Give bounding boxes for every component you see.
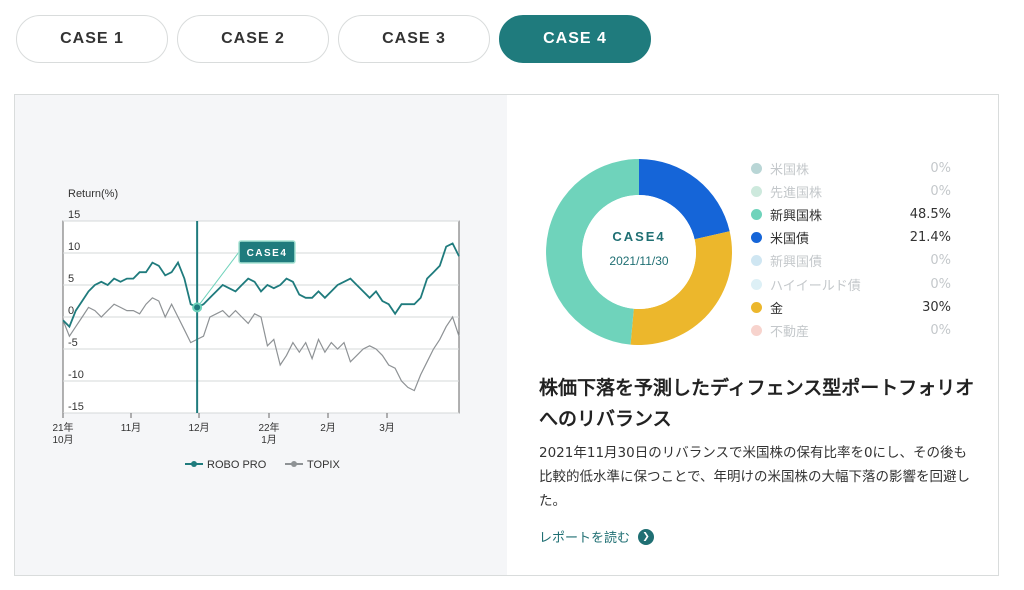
y-tick-label: 5 [68, 273, 74, 285]
legend-name: 新興国株 [770, 208, 823, 224]
legend-value: 48.5% [909, 206, 951, 222]
x-tick-label: 12月 [188, 422, 209, 434]
line-chart-legend: ROBO PRO TOPIX [185, 459, 340, 471]
x-tick-sublabel: 1月 [261, 434, 277, 446]
legend-value: 30% [922, 299, 951, 315]
legend-value: 0% [930, 160, 951, 176]
legend-swatch [751, 162, 762, 174]
x-tick-label: 22年 [258, 421, 279, 434]
donut-hole [582, 195, 696, 309]
donut-center-title: CASE4 [612, 229, 665, 244]
allocation-donut-chart: CASE4 2021/11/30 [546, 159, 733, 345]
tab-case-2[interactable]: CASE 2 [177, 15, 329, 63]
case-title: 株価下落を予測したディフェンス型ポートフォリオへのリバランス [539, 377, 975, 430]
legend-name: ハイイールド債 [770, 278, 861, 294]
legend-value: 0% [930, 253, 951, 269]
x-tick-label: 3月 [379, 422, 395, 434]
tab-case-4[interactable]: CASE 4 [499, 15, 651, 63]
x-tick-sublabel: 10月 [52, 434, 73, 446]
chevron-right-icon: ❯ [638, 528, 655, 545]
legend-name: 米国債 [770, 232, 810, 248]
y-tick-label: -10 [68, 369, 84, 381]
legend-name: 先進国株 [770, 185, 823, 201]
legend-swatch [751, 232, 762, 244]
legend-item: ハイイールド債 0% [751, 273, 951, 295]
case-panel: Return(%) 15 10 5 0 -5 -10 -15 21年 10月 11月 12月 22年… [14, 94, 999, 576]
performance-chart-area: Return(%) 15 10 5 0 -5 -10 -15 21年 10月 11月 12月 22年… [15, 95, 507, 575]
legend-swatch [751, 301, 762, 313]
legend-name: 金 [770, 301, 784, 317]
legend-item: 新興国株 48.5% [751, 203, 951, 225]
legend-item: 米国株 0% [751, 157, 951, 179]
donut-center-date: 2021/11/30 [609, 254, 668, 268]
y-tick-label: -15 [68, 401, 84, 413]
tab-case-3[interactable]: CASE 3 [338, 15, 490, 63]
legend-item: 不動産 0% [751, 319, 951, 341]
case-description: 2021年11月30日のリバランスで米国株の保有比率を0にし、その後も比較的低水… [539, 445, 971, 509]
legend-item: 先進国株 0% [751, 180, 951, 202]
legend-value: 21.4% [909, 230, 951, 246]
x-tick-label: 21年 [52, 421, 73, 434]
legend-item: 新興国債 0% [751, 250, 951, 272]
read-report-label: レポートを読む [539, 531, 631, 546]
y-axis-label: Return(%) [68, 188, 118, 200]
read-report-link[interactable]: レポートを読む ❯ [539, 527, 655, 546]
legend-robo-pro: ROBO PRO [207, 459, 267, 471]
case4-marker-dot [192, 302, 203, 313]
legend-value: 0% [930, 183, 951, 199]
legend-swatch [751, 208, 762, 220]
legend-value: 0% [930, 276, 951, 292]
legend-item: 米国債 21.4% [751, 227, 951, 249]
legend-swatch [751, 185, 762, 197]
y-tick-label: 15 [68, 209, 80, 221]
legend-name: 不動産 [770, 324, 810, 340]
legend-name: 新興国債 [770, 255, 823, 271]
allocation-area: CASE4 2021/11/30 米国株 0% 先進国株 0% 新興国株 48.5% 米国債… [507, 95, 998, 575]
case-tabs: CASE 1 CASE 2 CASE 3 CASE 4 [16, 15, 656, 63]
legend-item: 金 30% [751, 296, 951, 318]
legend-name: 米国株 [770, 162, 810, 178]
legend-swatch [751, 324, 762, 336]
performance-line-chart: Return(%) 151050-5-10-15 21年10月11月 12月 22年… [52, 188, 460, 471]
case4-marker-label: CASE4 [247, 248, 288, 259]
legend-value: 0% [930, 322, 951, 338]
legend-swatch [751, 255, 762, 267]
x-tick-label: 11月 [121, 422, 141, 434]
x-tick-label: 2月 [320, 422, 336, 434]
legend-swatch [751, 278, 762, 290]
y-tick-label: -5 [68, 337, 78, 349]
legend-topix: TOPIX [307, 459, 340, 471]
tab-case-1[interactable]: CASE 1 [16, 15, 168, 63]
y-tick-label: 10 [68, 241, 80, 253]
